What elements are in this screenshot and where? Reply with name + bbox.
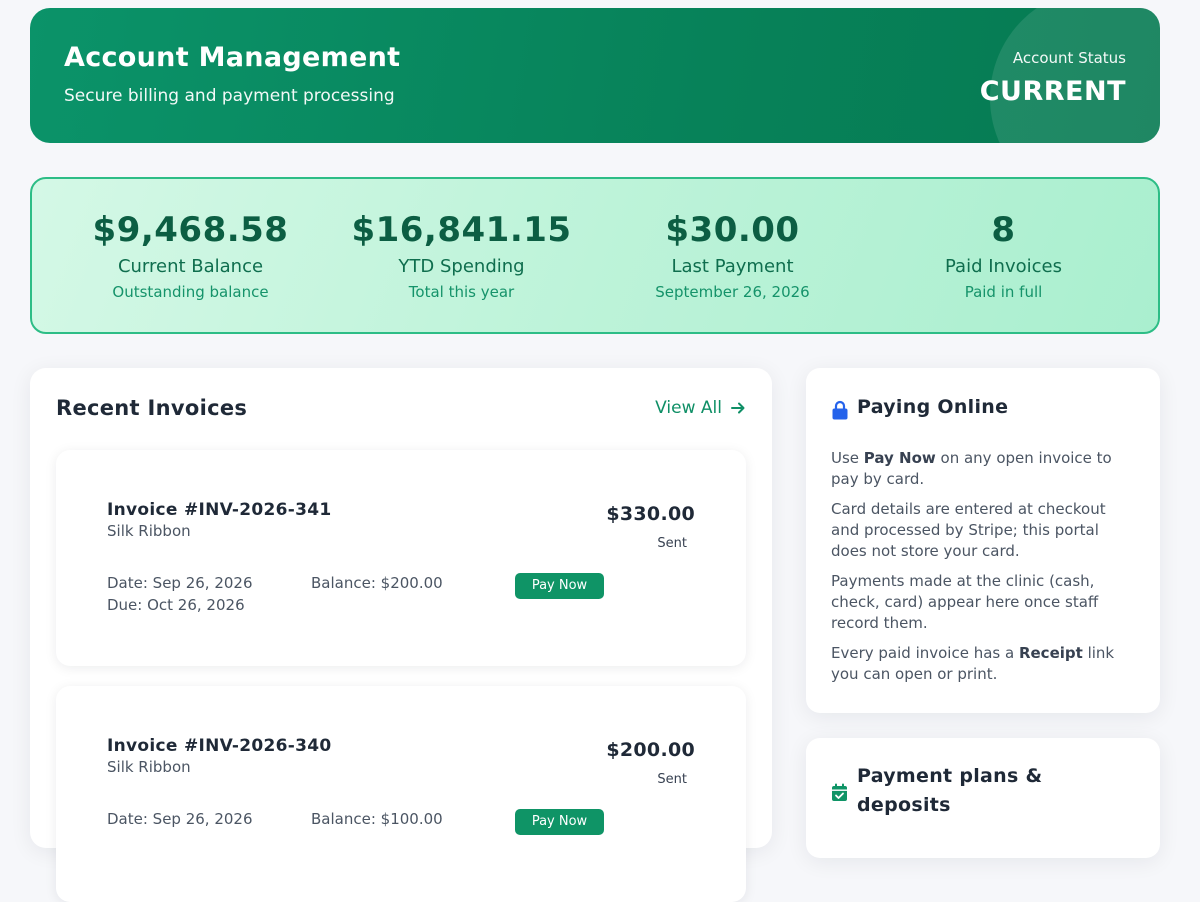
invoice-item[interactable]: Invoice #INV-2026-341 Silk Ribbon $330.0… [56,450,746,666]
stat-last-payment: $30.00 Last Payment September 26, 2026 [597,210,868,301]
invoice-number: Invoice #INV-2026-341 [107,500,332,520]
stat-sublabel: Paid in full [964,283,1043,301]
invoice-status: Sent [657,772,687,787]
pay-now-button[interactable]: Pay Now [515,809,604,835]
payment-plans-card: Payment plans & deposits [806,738,1160,858]
calendar-check-icon [832,783,847,801]
stat-paid-invoices: 8 Paid Invoices Paid in full [868,210,1139,301]
invoice-balance: Balance: $200.00 [311,574,443,592]
paying-online-card: Paying Online Use Pay Now on any open in… [806,368,1160,713]
invoice-amount: $200.00 [606,739,695,761]
text-fragment: Use [831,449,864,467]
invoice-amount: $330.00 [606,503,695,525]
stat-label: Last Payment [671,256,794,277]
paying-online-title: Paying Online [857,396,1009,418]
invoice-status: Sent [657,536,687,551]
invoice-date: Date: Sep 26, 2026 [107,574,253,592]
invoice-client: Silk Ribbon [107,522,191,540]
account-status-value: CURRENT [979,76,1126,107]
paying-online-paragraph: Card details are entered at checkout and… [831,500,1106,560]
recent-invoices-card: Recent Invoices View All Invoice #INV-20… [30,368,772,902]
invoice-balance: Balance: $100.00 [311,810,443,828]
paying-online-paragraph: Use Pay Now on any open invoice to pay b… [831,448,1131,490]
payment-plans-title: Payment plans & deposits [857,765,1043,816]
stat-ytd-spending: $16,841.15 YTD Spending Total this year [326,210,597,301]
invoice-item[interactable]: Invoice #INV-2026-340 Silk Ribbon $200.0… [56,686,746,902]
stat-sublabel: Outstanding balance [112,283,269,301]
stat-value: $16,841.15 [351,210,572,250]
account-stats-panel: $9,468.58 Current Balance Outstanding ba… [30,177,1160,334]
lock-icon [832,400,848,420]
recent-invoices-title: Recent Invoices [56,396,248,420]
page-subtitle: Secure billing and payment processing [64,86,395,106]
stat-value: $30.00 [665,210,800,250]
pay-now-button[interactable]: Pay Now [515,573,604,599]
account-status-label: Account Status [1012,49,1126,67]
invoice-date: Date: Sep 26, 2026 [107,810,253,828]
invoice-number: Invoice #INV-2026-340 [107,736,332,756]
paying-online-paragraph: Every paid invoice has a Receipt link yo… [831,643,1131,685]
stat-label: Paid Invoices [945,256,1062,277]
receipt-emphasis: Receipt [1018,644,1083,662]
invoice-due-date: Due: Oct 26, 2026 [107,596,245,614]
view-all-link[interactable]: View All [655,398,746,418]
paying-online-paragraph: Payments made at the clinic (cash, check… [831,572,1099,632]
page-title: Account Management [64,42,401,73]
stat-sublabel: Total this year [408,283,515,301]
paying-online-body: Use Pay Now on any open invoice to pay b… [831,448,1131,694]
view-all-label: View All [655,398,722,418]
arrow-right-icon [731,402,745,414]
stat-sublabel: September 26, 2026 [655,283,810,301]
account-header-banner: Account Management Secure billing and pa… [30,8,1160,143]
stat-current-balance: $9,468.58 Current Balance Outstanding ba… [55,210,326,301]
stat-label: YTD Spending [398,256,525,277]
stat-label: Current Balance [117,256,264,277]
stat-value: $9,468.58 [92,210,289,250]
text-fragment: Every paid invoice has a [831,644,1019,662]
stat-value: 8 [991,210,1016,250]
pay-now-emphasis: Pay Now [863,449,936,467]
invoice-client: Silk Ribbon [107,758,191,776]
